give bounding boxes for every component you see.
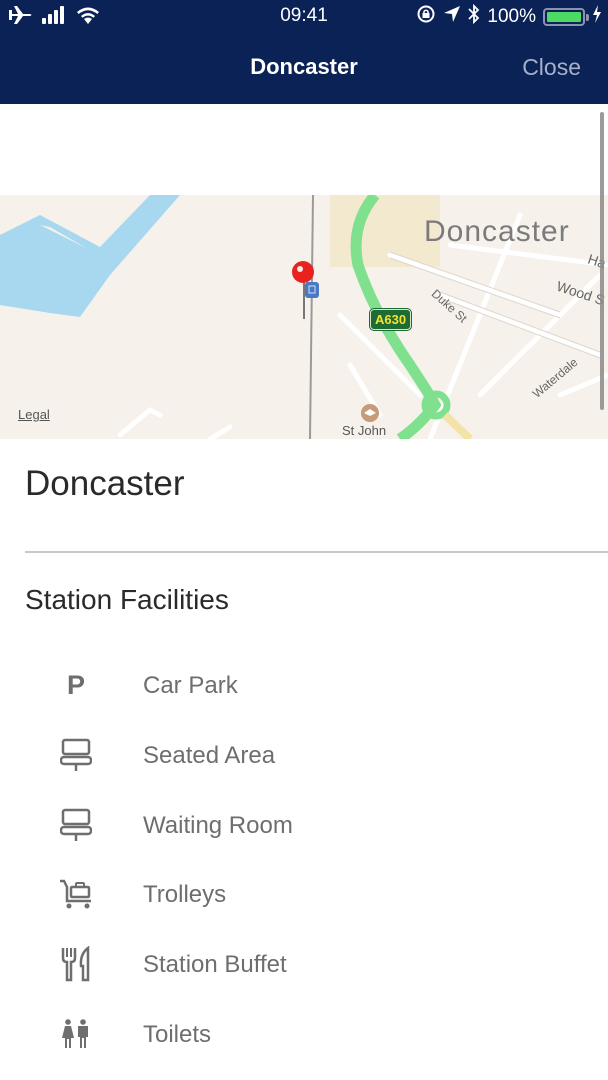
facility-station-buffet: Station Buffet bbox=[0, 939, 608, 989]
facility-label: Toilets bbox=[143, 1021, 212, 1048]
facility-seated-area: Seated Area bbox=[0, 730, 608, 780]
charging-icon bbox=[592, 5, 602, 29]
battery-icon bbox=[543, 8, 589, 26]
station-map[interactable]: Doncaster Duke St Wood S Ha Waterdale A6… bbox=[0, 195, 608, 439]
map-water-body bbox=[0, 195, 180, 317]
status-bar: 09:41 100% bbox=[0, 0, 608, 34]
status-right: 100% bbox=[416, 3, 602, 30]
legal-link[interactable]: Legal bbox=[18, 407, 50, 422]
map-city-label: Doncaster bbox=[424, 215, 570, 248]
facility-label: Seated Area bbox=[143, 742, 276, 769]
poi-label: St John bbox=[342, 423, 387, 438]
battery-tip bbox=[586, 14, 589, 21]
cutlery-icon bbox=[56, 944, 96, 984]
nav-title: Doncaster bbox=[250, 54, 358, 79]
bluetooth-icon bbox=[468, 3, 480, 30]
map-pin-head bbox=[292, 261, 314, 283]
battery-percent: 100% bbox=[487, 6, 536, 27]
toilets-icon bbox=[56, 1014, 96, 1054]
battery-fill bbox=[547, 12, 581, 22]
parking-icon: P bbox=[66, 669, 85, 700]
close-button[interactable]: Close bbox=[522, 54, 581, 81]
facility-label: Station Buffet bbox=[143, 951, 287, 978]
station-name: Doncaster bbox=[25, 464, 185, 503]
facility-toilets: Toilets bbox=[0, 1009, 608, 1059]
header: 09:41 100% Doncaster Close bbox=[0, 0, 608, 104]
map-road-south bbox=[442, 412, 473, 439]
seat-icon bbox=[56, 805, 96, 845]
map-railway bbox=[309, 195, 314, 439]
facility-waiting-room: Waiting Room bbox=[0, 800, 608, 850]
road-badge-a630: A630 bbox=[368, 308, 413, 331]
facility-car-park: P Car Park bbox=[0, 660, 608, 710]
orientation-lock-icon bbox=[416, 4, 436, 30]
station-marker bbox=[305, 282, 319, 298]
facility-trolleys: Trolleys bbox=[0, 869, 608, 919]
trolley-icon bbox=[56, 874, 96, 914]
facility-label: Waiting Room bbox=[143, 812, 293, 839]
seat-icon bbox=[56, 735, 96, 775]
divider bbox=[25, 551, 608, 553]
scrollbar[interactable] bbox=[600, 112, 604, 410]
facilities-title: Station Facilities bbox=[25, 584, 229, 615]
content-scroll-area[interactable]: Doncaster Duke St Wood S Ha Waterdale A6… bbox=[0, 104, 608, 1080]
location-icon bbox=[443, 5, 461, 29]
facility-label: Car Park bbox=[143, 672, 238, 699]
facility-label: Trolleys bbox=[143, 881, 227, 908]
